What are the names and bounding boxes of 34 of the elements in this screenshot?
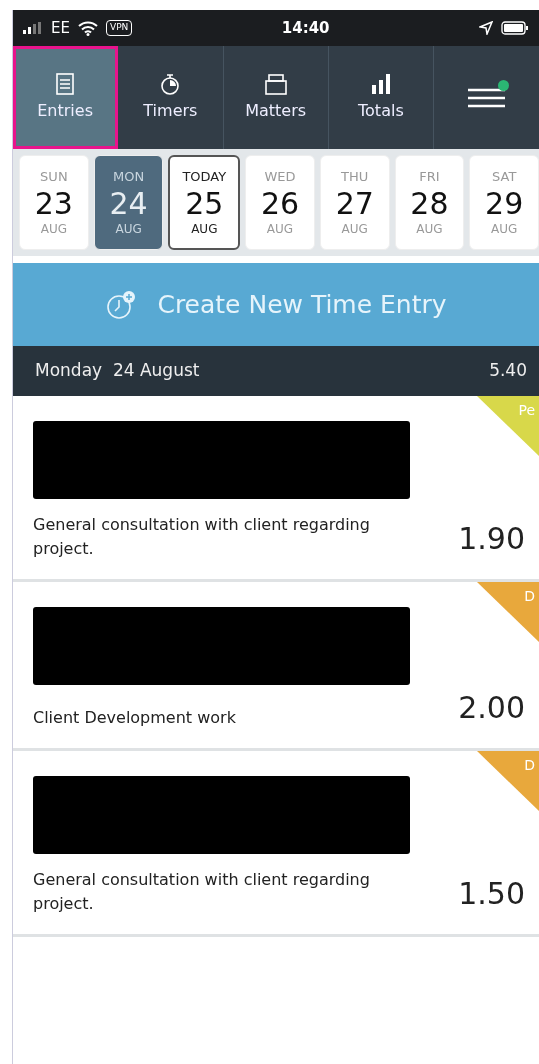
clock-plus-icon — [105, 288, 138, 321]
day-total: 5.40 — [489, 359, 527, 383]
day-button[interactable]: FRI 28 AUG — [394, 155, 465, 250]
carrier-label: EE — [51, 17, 70, 39]
entry-hours: 1.90 — [458, 520, 525, 558]
battery-icon — [501, 21, 529, 35]
folder-icon — [264, 72, 287, 95]
day-button[interactable]: TODAY 25 AUG — [168, 155, 241, 250]
category-tag: D — [477, 751, 539, 811]
day-button[interactable]: THU 27 AUG — [319, 155, 390, 250]
signal-icon — [23, 22, 43, 34]
category-tag: Pe — [477, 396, 539, 456]
day-button[interactable]: SUN 23 AUG — [19, 155, 89, 250]
wifi-icon — [77, 20, 98, 36]
entry-card[interactable]: D General consultation with client regarding project. 1.50 — [13, 751, 539, 937]
entry-card[interactable]: Pe General consultation with client regarding project. 1.90 — [13, 396, 539, 582]
stopwatch-icon — [159, 72, 182, 95]
list-icon — [54, 72, 77, 95]
day-button[interactable]: WED 26 AUG — [245, 155, 315, 250]
entry-hours: 1.50 — [458, 875, 525, 913]
day-button[interactable]: SAT 29 AUG — [469, 155, 539, 250]
day-title: Monday 24 August — [35, 359, 200, 383]
entry-description: General consultation with client regarding project. — [33, 514, 371, 560]
bar-chart-icon — [369, 72, 392, 95]
clock-time: 14:40 — [281, 17, 330, 39]
tab[interactable]: Entries — [13, 46, 119, 149]
entry-hours: 2.00 — [458, 689, 525, 727]
entry-description: Client Development work — [33, 707, 237, 729]
category-tag: D — [477, 582, 539, 642]
vpn-badge: VPN — [105, 20, 133, 36]
entry-description: General consultation with client regarding project. — [33, 869, 371, 915]
entry-card[interactable]: D Client Development work 2.00 — [13, 582, 539, 751]
location-icon — [479, 21, 493, 35]
day-button[interactable]: MON 24 AUG — [93, 155, 164, 250]
